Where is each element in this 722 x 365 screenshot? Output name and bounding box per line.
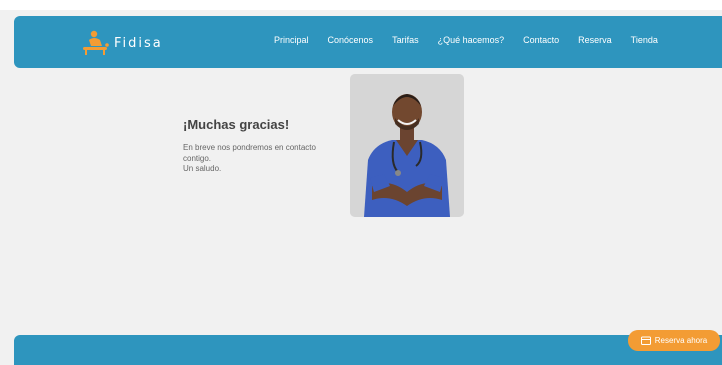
site-footer <box>14 335 722 365</box>
top-strip <box>0 0 722 10</box>
staff-portrait-image <box>350 74 464 217</box>
thanks-heading: ¡Muchas gracias! <box>183 117 290 132</box>
nav-item-que-hacemos[interactable]: ¿Qué hacemos? <box>438 34 505 46</box>
nav-item-principal[interactable]: Principal <box>274 34 309 46</box>
thanks-line-1: En breve nos pondremos en contacto <box>183 143 316 152</box>
brand-link[interactable]: Fidisa <box>80 28 163 58</box>
reserve-now-label: Reserva ahora <box>654 336 708 345</box>
logo-icon <box>83 30 109 55</box>
nav-item-tienda[interactable]: Tienda <box>631 34 658 46</box>
nav-item-reserva[interactable]: Reserva <box>578 34 612 46</box>
nav-item-tarifas[interactable]: Tarifas <box>392 34 419 46</box>
page: Fidisa Principal Conócenos Tarifas ¿Qué … <box>0 0 722 365</box>
reserve-now-button[interactable]: Reserva ahora <box>628 330 720 351</box>
thanks-line-2: contigo. <box>183 153 212 163</box>
calendar-icon <box>640 336 651 345</box>
brand-name: Fidisa <box>114 35 163 51</box>
nav-item-contacto[interactable]: Contacto <box>523 34 559 46</box>
thanks-message: En breve nos pondremos en contacto conti… <box>183 143 343 175</box>
staff-photo <box>350 74 464 217</box>
site-header: Fidisa Principal Conócenos Tarifas ¿Qué … <box>14 16 722 68</box>
thanks-line-3: Un saludo. <box>183 164 222 173</box>
main-nav: Principal Conócenos Tarifas ¿Qué hacemos… <box>274 34 677 46</box>
nav-item-conocenos[interactable]: Conócenos <box>328 34 374 46</box>
